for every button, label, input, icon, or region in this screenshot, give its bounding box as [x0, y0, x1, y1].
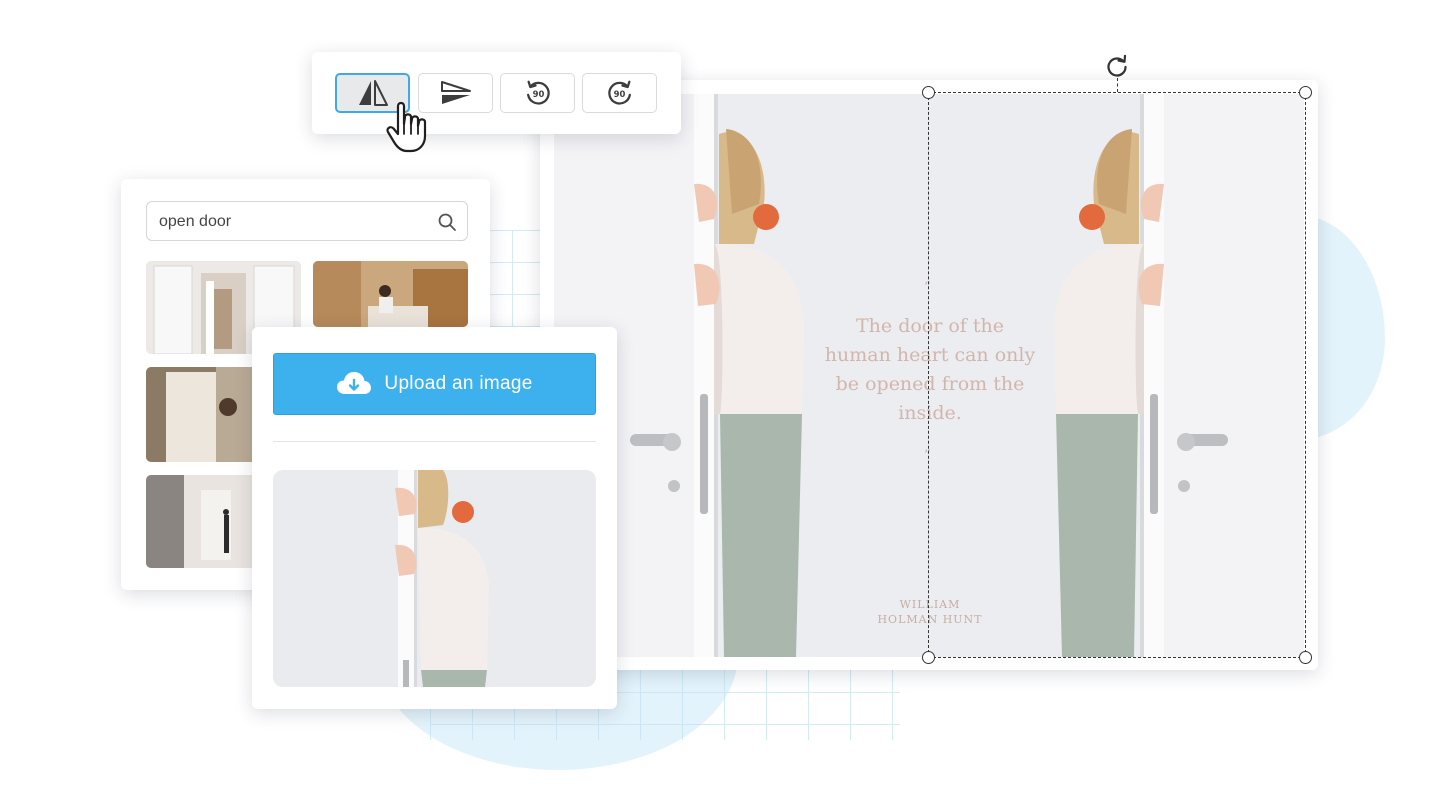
- upload-image-button[interactable]: Upload an image: [273, 353, 596, 415]
- resize-handle-top-left[interactable]: [922, 86, 935, 99]
- resize-handle-bottom-right[interactable]: [1299, 651, 1312, 664]
- search-result-image[interactable]: [313, 261, 468, 327]
- rotate-right-icon: 90: [607, 80, 631, 105]
- uploaded-image-preview[interactable]: [273, 470, 596, 687]
- selection-box[interactable]: [922, 86, 1312, 664]
- image-toolbar: 90 90: [312, 52, 681, 134]
- search-result-image[interactable]: [146, 475, 266, 568]
- rotate-handle-stem: [1117, 78, 1118, 92]
- rotate-handle-icon[interactable]: [1103, 52, 1131, 80]
- search-input[interactable]: open door: [146, 201, 468, 241]
- search-icon[interactable]: [437, 212, 457, 232]
- rotate-left-badge: 90: [532, 89, 544, 99]
- search-input-value[interactable]: open door: [159, 213, 231, 231]
- rotate-right-90-button[interactable]: 90: [582, 73, 657, 113]
- upload-button-label: Upload an image: [384, 373, 533, 394]
- rotate-right-badge: 90: [613, 89, 625, 99]
- search-result-image[interactable]: [146, 367, 266, 462]
- resize-handle-bottom-left[interactable]: [922, 651, 935, 664]
- divider: [273, 441, 596, 442]
- rotate-left-90-button[interactable]: 90: [500, 73, 575, 113]
- resize-handle-top-right[interactable]: [1299, 86, 1312, 99]
- hand-pointer-cursor-icon: [386, 101, 427, 153]
- rotate-left-icon: 90: [526, 80, 550, 105]
- flip-vertical-icon: [440, 81, 471, 104]
- upload-panel: Upload an image: [252, 327, 617, 709]
- cloud-upload-icon: [337, 372, 372, 394]
